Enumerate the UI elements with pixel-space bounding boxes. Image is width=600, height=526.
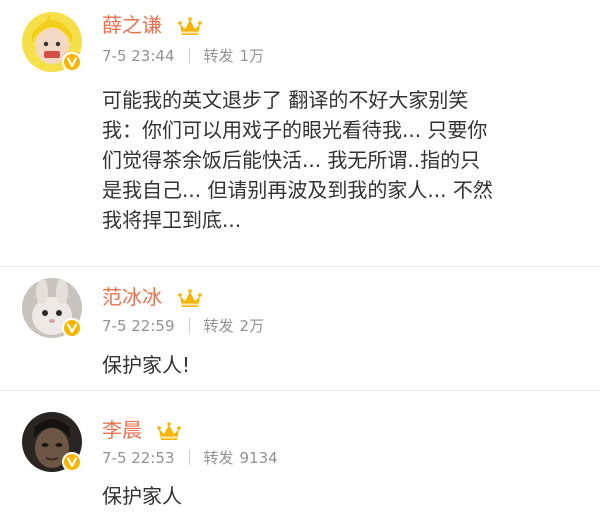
username[interactable]: 范冰冰 (102, 283, 162, 311)
post-meta: 7-5 23:44 转发 1万 (102, 45, 264, 67)
post-meta: 7-5 22:59 转发 2万 (102, 315, 264, 337)
post-content: 保护家人! (102, 353, 191, 377)
username[interactable]: 李晨 (102, 416, 142, 444)
post-meta: 7-5 22:53 转发 9134 (102, 447, 278, 469)
post-time: 7-5 23:44 (102, 47, 175, 65)
vip-crown-badge-icon[interactable] (178, 16, 202, 38)
vip-crown-badge-icon[interactable] (178, 288, 202, 310)
repost-label[interactable]: 转发 (204, 447, 234, 469)
meta-divider (188, 48, 190, 63)
divider (0, 390, 600, 391)
post-content: 保护家人 (102, 484, 182, 508)
weibo-post: 李晨 7-5 22:53 转发 9134 保护家人 (0, 392, 600, 526)
repost-count: 9134 (239, 449, 278, 467)
verified-icon (62, 452, 82, 472)
username[interactable]: 薛之谦 (102, 11, 162, 39)
repost-count: 1万 (239, 47, 265, 65)
verified-icon (62, 52, 82, 72)
post-content: 可能我的英文退步了 翻译的不好大家别笑 我：你们可以用戏子的眼光看待我... 只… (102, 88, 493, 232)
meta-divider (188, 450, 190, 465)
post-time: 7-5 22:59 (102, 317, 175, 335)
repost-label[interactable]: 转发 (204, 45, 234, 67)
repost-count: 2万 (239, 317, 265, 335)
verified-icon (62, 318, 82, 338)
repost-label[interactable]: 转发 (204, 315, 234, 337)
vip-crown-badge-icon[interactable] (157, 421, 181, 443)
divider (0, 266, 600, 267)
weibo-post: 薛之谦 7-5 23:44 转发 1万 可能我的英文退步了 翻译的不好大家别笑 我：… (0, 0, 600, 268)
meta-divider (188, 318, 190, 333)
post-time: 7-5 22:53 (102, 449, 175, 467)
weibo-post: 范冰冰 7-5 22:59 转发 2万 保护家人! (0, 268, 600, 392)
